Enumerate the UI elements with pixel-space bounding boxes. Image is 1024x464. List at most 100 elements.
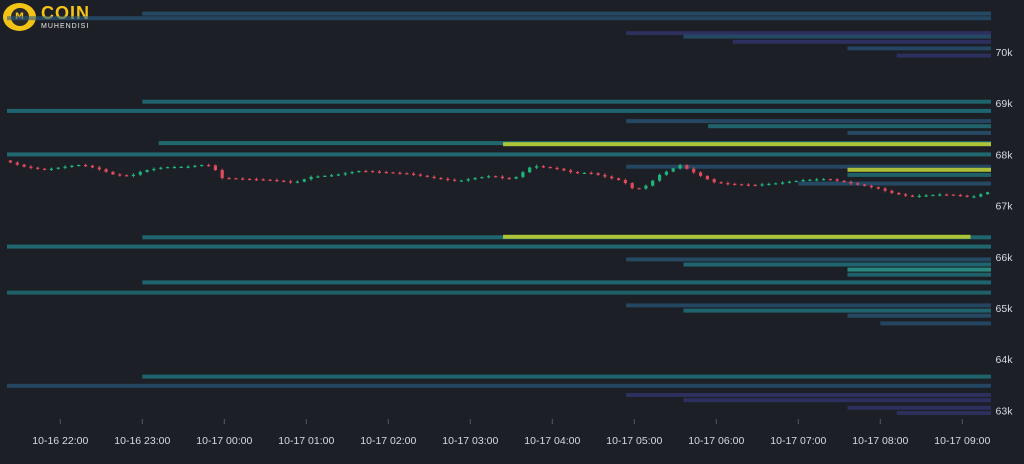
candle-body-3: [29, 166, 33, 168]
candle-body-66: [459, 180, 463, 182]
candle-body-76: [528, 167, 532, 173]
candle-body-115: [794, 180, 798, 183]
y-tick-label: 65k: [996, 303, 1014, 315]
x-tick-label: 10-17 06:00: [688, 435, 744, 447]
candle-body-109: [753, 184, 757, 187]
candle-body-52: [364, 171, 368, 173]
candle-body-107: [740, 184, 744, 186]
candle-body-110: [760, 184, 764, 186]
liquidity-band-13: [503, 142, 991, 147]
candle-body-65: [453, 179, 457, 181]
candle-body-101: [699, 172, 703, 176]
liquidity-band-4: [732, 39, 991, 44]
candle-body-67: [466, 179, 470, 181]
liquidity-band-34: [626, 393, 991, 397]
candle-body-98: [678, 165, 682, 169]
candle-body-143: [986, 192, 990, 195]
candle-body-22: [159, 167, 163, 169]
liquidity-band-29: [683, 308, 991, 313]
candle-body-61: [425, 175, 429, 177]
candle-body-20: [145, 170, 149, 172]
y-tick-label: 66k: [996, 252, 1014, 264]
liquidity-band-0: [142, 11, 992, 16]
price-heatmap-chart[interactable]: 70k69k68k67k66k65k64k63k 10-16 22:00 10-1…: [0, 0, 1024, 464]
candle-body-8: [63, 166, 67, 168]
candle-body-121: [835, 179, 839, 181]
candle-body-134: [924, 195, 928, 197]
candle-body-6: [49, 168, 53, 170]
candle-body-131: [904, 194, 908, 196]
candle-body-113: [781, 182, 785, 184]
candle-body-124: [856, 183, 860, 185]
candle-body-118: [815, 179, 819, 181]
candle-body-136: [938, 194, 942, 196]
candle-body-30: [213, 165, 217, 171]
candle-body-73: [507, 178, 511, 180]
candle-body-12: [90, 165, 94, 168]
x-tick-label: 10-17 04:00: [524, 435, 580, 447]
candle-body-58: [405, 173, 409, 175]
candle-body-7: [56, 167, 60, 169]
y-tick-label: 69k: [996, 98, 1014, 110]
candle-body-27: [193, 165, 197, 167]
x-tick-label: 10-17 02:00: [360, 435, 416, 447]
candle-body-43: [302, 179, 306, 182]
candle-body-99: [685, 165, 689, 169]
candle-body-122: [842, 180, 846, 183]
candle-body-141: [972, 196, 976, 198]
y-tick-label: 68k: [996, 149, 1014, 161]
candle-body-71: [494, 176, 498, 178]
candle-body-74: [514, 176, 518, 179]
candle-body-77: [535, 166, 539, 168]
x-tick-label: 10-17 00:00: [196, 435, 252, 447]
candle-body-86: [596, 173, 600, 175]
candle-body-26: [186, 166, 190, 168]
liquidity-band-23: [683, 262, 991, 267]
candle-body-28: [200, 165, 204, 167]
candle-body-47: [330, 175, 334, 177]
candle-body-123: [849, 182, 853, 184]
candle-body-140: [965, 195, 969, 197]
candle-body-79: [548, 167, 552, 169]
candle-body-91: [630, 183, 634, 189]
candle-body-39: [275, 180, 279, 182]
candle-body-128: [883, 188, 887, 191]
candle-body-142: [979, 194, 983, 197]
liquidity-band-20: [503, 234, 971, 239]
x-tick-label: 10-17 05:00: [606, 435, 662, 447]
candle-body-87: [603, 174, 607, 177]
candle-body-106: [733, 183, 737, 186]
candle-body-68: [473, 178, 477, 180]
x-tick-label: 10-16 22:00: [32, 435, 88, 447]
x-tick-label: 10-17 07:00: [770, 435, 826, 447]
candle-body-81: [562, 168, 566, 171]
candle-body-114: [787, 181, 791, 183]
candle-body-35: [248, 178, 252, 181]
candle-body-88: [610, 176, 614, 179]
candle-body-46: [323, 175, 327, 177]
candle-body-41: [289, 181, 293, 183]
x-tick-label: 10-16 23:00: [114, 435, 170, 447]
candle-body-116: [801, 180, 805, 182]
candle-body-78: [541, 166, 545, 168]
candle-body-102: [705, 175, 709, 180]
candle-body-18: [131, 174, 135, 176]
liquidity-band-21: [7, 244, 991, 249]
candle-body-32: [227, 178, 231, 180]
candle-body-135: [931, 194, 935, 197]
liquidity-band-25: [847, 272, 991, 277]
candle-body-34: [241, 178, 245, 180]
candle-body-119: [822, 179, 826, 181]
candle-body-104: [719, 182, 723, 184]
candle-body-69: [480, 177, 484, 179]
candle-body-133: [917, 195, 921, 197]
x-tick-label: 10-17 01:00: [278, 435, 334, 447]
liquidity-band-35: [683, 398, 991, 403]
candle-body-13: [97, 167, 101, 170]
liquidity-band-24: [847, 267, 991, 272]
liquidity-band-18: [798, 181, 991, 186]
candle-body-21: [152, 168, 156, 171]
candle-body-56: [391, 172, 395, 174]
candle-body-96: [664, 171, 668, 175]
liquidity-band-28: [626, 303, 991, 308]
